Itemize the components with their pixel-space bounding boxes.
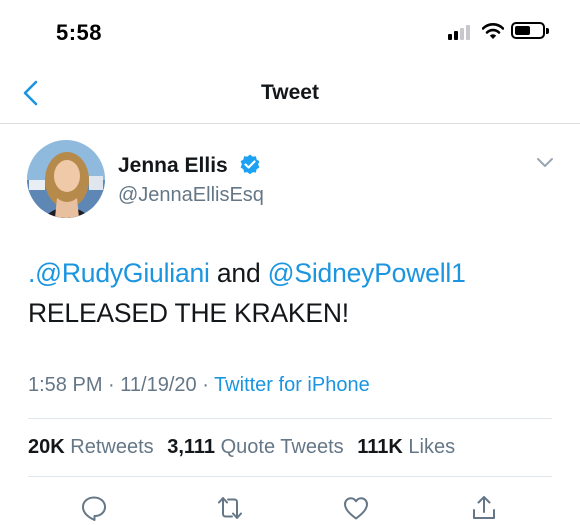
likes-count: 111K — [357, 436, 403, 458]
status-bar: 5:58 — [0, 0, 580, 62]
reply-icon[interactable] — [80, 494, 108, 522]
author-name[interactable]: Jenna Ellis — [118, 154, 228, 178]
tweet-text-joiner: and — [209, 258, 268, 288]
likes-label: Likes — [408, 436, 456, 458]
quote-tweets-count: 3,111 — [167, 436, 216, 458]
mention-link[interactable]: @RudyGiuliani — [35, 258, 210, 288]
page-title: Tweet — [261, 81, 319, 104]
tweet-source-link[interactable]: Twitter for iPhone — [214, 374, 370, 396]
retweets-stat[interactable]: 20K Retweets — [28, 436, 154, 458]
likes-stat[interactable]: 111K Likes — [357, 436, 455, 458]
tweet-date: 11/19/20 — [120, 374, 197, 396]
battery-level — [515, 26, 530, 35]
avatar[interactable] — [27, 140, 105, 218]
like-icon[interactable] — [342, 494, 370, 522]
tweet-stats: 20K Retweets 3,111 Quote Tweets 111K Lik… — [28, 436, 463, 459]
meta-separator: · — [196, 374, 215, 396]
quote-tweets-stat[interactable]: 3,111 Quote Tweets — [167, 436, 343, 458]
nav-bar: Tweet — [0, 62, 580, 124]
tweet-text-line-1: .@RudyGiuliani and @SidneyPowell1 — [28, 253, 558, 293]
quote-tweets-label: Quote Tweets — [220, 436, 344, 458]
retweets-count: 20K — [28, 436, 65, 458]
tweet-text: .@RudyGiuliani and @SidneyPowell1 RELEAS… — [28, 253, 558, 333]
divider — [28, 418, 552, 419]
retweets-label: Retweets — [70, 436, 154, 458]
meta-separator: · — [102, 374, 121, 396]
tweet-meta: 1:58 PM · 11/19/20 · Twitter for iPhone — [28, 374, 370, 397]
tweet-text-line-2: RELEASED THE KRAKEN! — [28, 298, 349, 328]
battery-cap — [546, 28, 549, 34]
wifi-icon — [482, 23, 504, 39]
tweet-header: Jenna Ellis @JennaEllisEsq — [0, 140, 580, 220]
cellular-signal-icon — [448, 24, 476, 40]
mention-link[interactable]: @SidneyPowell1 — [268, 258, 466, 288]
verified-badge-icon — [240, 154, 260, 175]
tweet-time: 1:58 PM — [28, 374, 103, 396]
status-time: 5:58 — [56, 20, 103, 45]
battery-icon — [511, 22, 545, 39]
tweet-actions — [0, 494, 580, 525]
retweet-icon[interactable] — [216, 494, 244, 522]
author-handle[interactable]: @JennaEllisEsq — [118, 184, 264, 207]
divider — [28, 476, 552, 477]
share-icon[interactable] — [470, 494, 498, 522]
chevron-down-icon[interactable] — [535, 156, 555, 170]
